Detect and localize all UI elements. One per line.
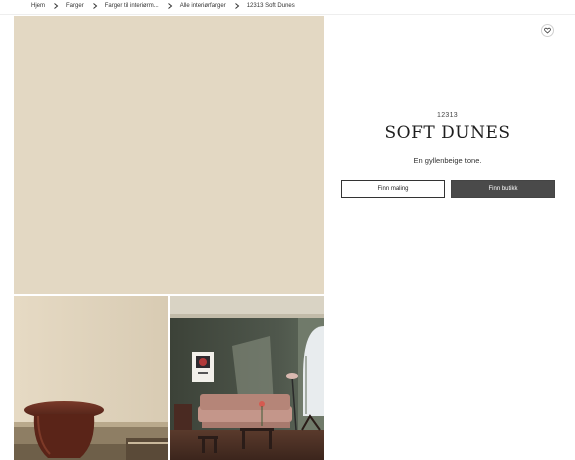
breadcrumb-interior-colors[interactable]: Farger til interiørm...	[105, 3, 159, 9]
find-store-button[interactable]: Finn butikk	[451, 180, 555, 198]
chevron-right-icon	[167, 3, 173, 9]
product-page: Hjem Farger Farger til interiørm... Alle…	[0, 0, 575, 460]
chevron-right-icon	[92, 3, 98, 9]
chevron-right-icon	[234, 3, 240, 9]
heart-icon	[544, 27, 551, 34]
favorite-button[interactable]	[541, 24, 554, 37]
room-photo-stool	[14, 296, 168, 460]
chevron-right-icon	[53, 3, 59, 9]
breadcrumb: Hjem Farger Farger til interiørm... Alle…	[0, 0, 575, 12]
breadcrumb-all-interior-colors[interactable]: Alle interiørfarger	[180, 3, 226, 9]
breadcrumb-home[interactable]: Hjem	[31, 3, 45, 9]
color-code: 12313	[437, 112, 458, 119]
room-photo-living-room	[170, 296, 324, 460]
breadcrumb-current: 12313 Soft Dunes	[246, 3, 295, 9]
find-paint-button[interactable]: Finn maling	[341, 180, 445, 198]
color-description: En gyllenbeige tone.	[413, 156, 482, 165]
color-name: SOFT DUNES	[384, 123, 511, 143]
breadcrumb-colors[interactable]: Farger	[66, 3, 84, 9]
color-swatch	[14, 16, 324, 294]
divider	[0, 14, 575, 15]
